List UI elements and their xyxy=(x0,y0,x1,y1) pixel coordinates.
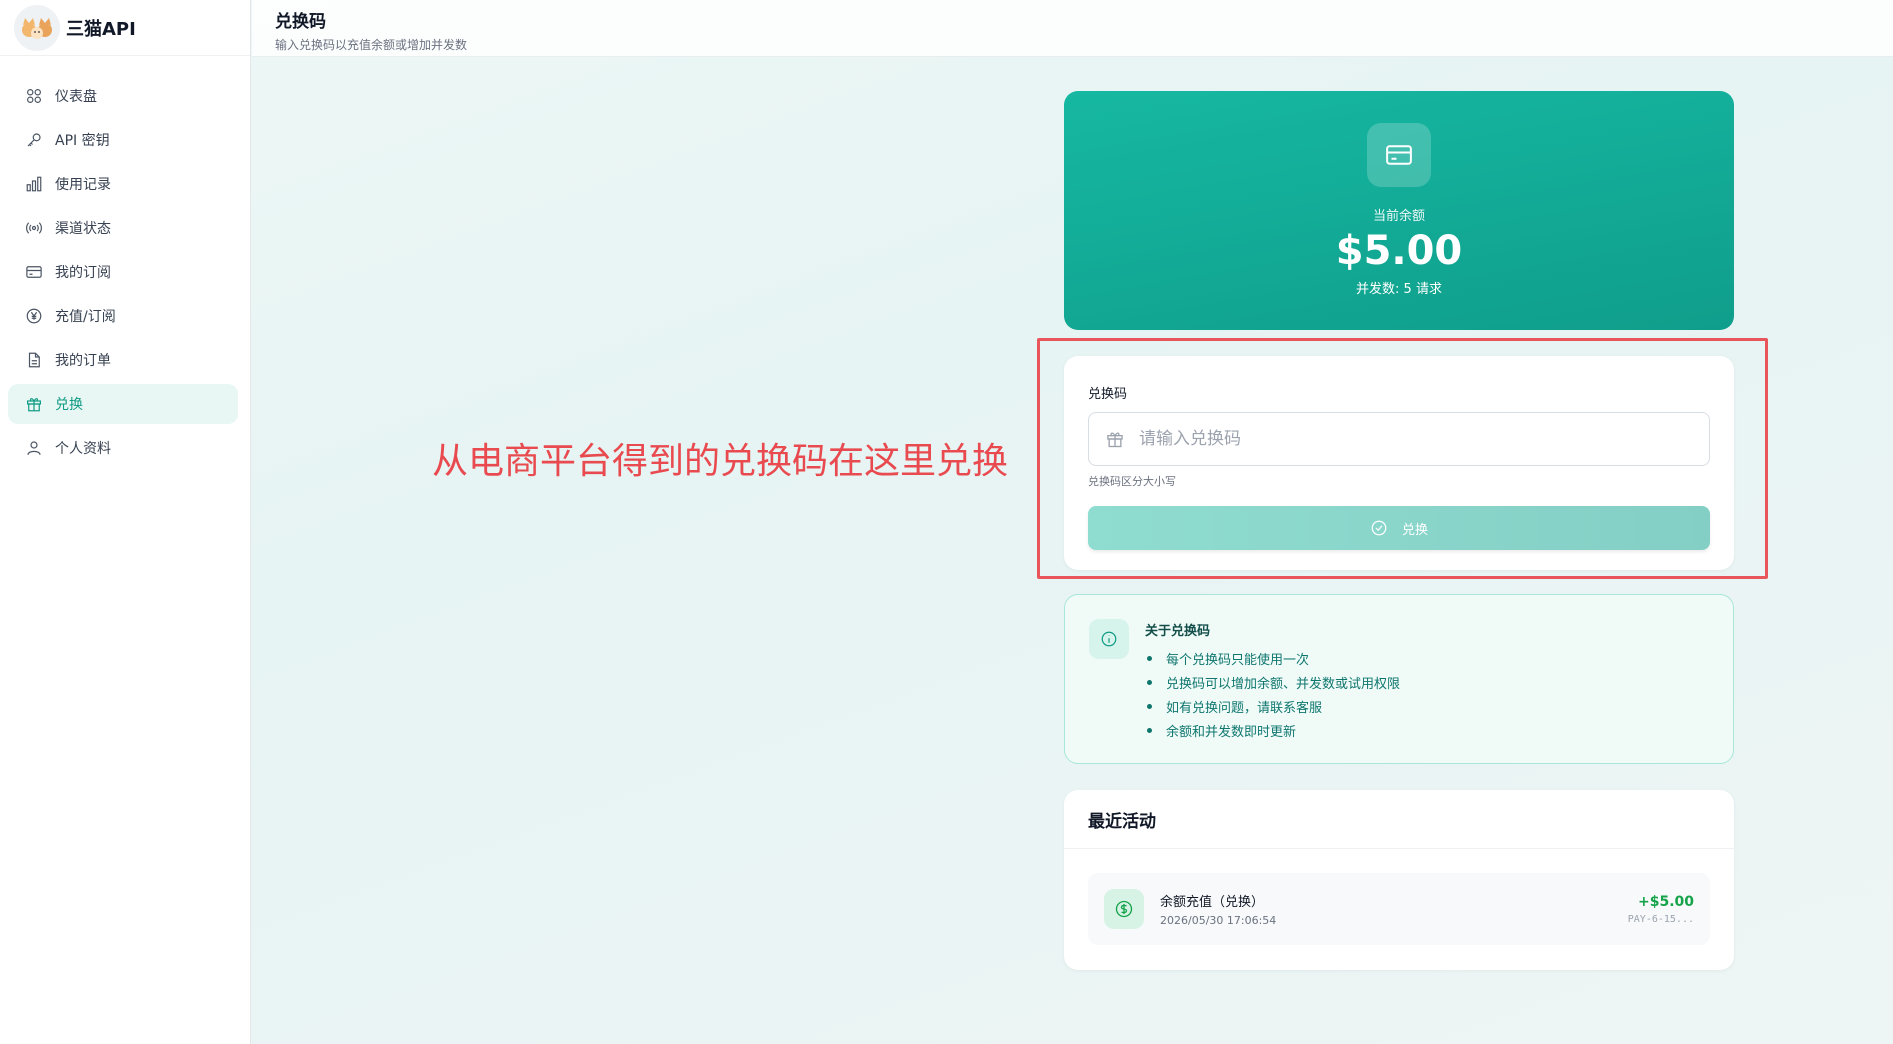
sidebar: 三猫API 仪表盘 API 密钥 使用记录 渠道状态 我的订阅 充值/订阅 我的… xyxy=(0,0,251,1044)
balance-card: 当前余额 $5.00 并发数: 5 请求 xyxy=(1064,91,1734,330)
sidebar-item-label: 我的订阅 xyxy=(55,265,111,281)
user-icon xyxy=(27,441,41,455)
sidebar-item-redeem[interactable]: 兑换 xyxy=(8,384,238,424)
sidebar-item-subscriptions[interactable]: 我的订阅 xyxy=(8,252,238,292)
document-icon xyxy=(28,352,40,368)
sidebar-item-api-keys[interactable]: API 密钥 xyxy=(8,120,238,160)
balance-amount: $5.00 xyxy=(1335,228,1463,274)
gift-icon xyxy=(27,398,41,412)
concurrency-value: 并发数: 5 请求 xyxy=(1356,282,1442,297)
sidebar-item-orders[interactable]: 我的订单 xyxy=(8,340,238,380)
page-subtitle: 输入兑换码以充值余额或增加并发数 xyxy=(275,38,468,52)
credit-card-icon xyxy=(26,266,42,278)
balance-label: 当前余额 xyxy=(1372,209,1425,224)
brand-name: 三猫API xyxy=(66,18,136,40)
activity-amount: +$5.00 xyxy=(1637,893,1694,910)
brand[interactable]: 三猫API xyxy=(0,0,250,56)
activity-reference: PAY-6-15... xyxy=(1627,913,1694,925)
sidebar-item-label: 兑换 xyxy=(55,397,83,413)
page-title: 兑换码 xyxy=(275,12,326,32)
redeem-info-card: 关于兑换码 每个兑换码只能使用一次 兑换码可以增加余额、并发数或试用权限 如有兑… xyxy=(1064,594,1734,764)
activity-amount-block: +$5.00 PAY-6-15... xyxy=(1628,894,1694,925)
sidebar-item-label: 仪表盘 xyxy=(55,89,97,105)
list-item: 每个兑换码只能使用一次 xyxy=(1145,646,1400,670)
recent-activity-title: 最近活动 xyxy=(1064,790,1734,849)
annotation-text: 从电商平台得到的兑换码在这里兑换 xyxy=(432,441,1009,482)
sidebar-item-channel-status[interactable]: 渠道状态 xyxy=(8,208,238,248)
info-body: 关于兑换码 每个兑换码只能使用一次 兑换码可以增加余额、并发数或试用权限 如有兑… xyxy=(1145,620,1400,742)
dashboard-icon xyxy=(27,89,41,103)
list-item: 兑换码可以增加余额、并发数或试用权限 xyxy=(1145,670,1400,694)
sidebar-item-label: 渠道状态 xyxy=(55,221,111,237)
sidebar-item-usage[interactable]: 使用记录 xyxy=(8,164,238,204)
info-icon xyxy=(1089,619,1129,659)
yen-icon xyxy=(26,308,42,324)
sidebar-item-dashboard[interactable]: 仪表盘 xyxy=(8,76,238,116)
bar-chart-icon xyxy=(26,176,42,192)
sidebar-item-profile[interactable]: 个人资料 xyxy=(8,428,238,468)
list-item: 如有兑换问题，请联系客服 xyxy=(1145,694,1400,718)
sidebar-item-label: 个人资料 xyxy=(55,441,111,457)
wallet-card-icon xyxy=(1367,123,1431,187)
page-header: 兑换码 输入兑换码以充值余额或增加并发数 xyxy=(252,0,1893,57)
sidebar-nav: 仪表盘 API 密钥 使用记录 渠道状态 我的订阅 充值/订阅 我的订单 兑换 xyxy=(0,56,250,468)
annotation-highlight-box xyxy=(1037,338,1768,579)
list-item: 余额和并发数即时更新 xyxy=(1145,718,1400,742)
activity-time: 2026/05/30 17:06:54 xyxy=(1160,914,1277,927)
sidebar-item-label: 使用记录 xyxy=(55,177,111,193)
dollar-circle-icon xyxy=(1104,889,1144,929)
sidebar-item-recharge[interactable]: 充值/订阅 xyxy=(8,296,238,336)
activity-details: 余额充值（兑换） 2026/05/30 17:06:54 xyxy=(1160,891,1628,927)
sidebar-item-label: 我的订单 xyxy=(55,353,111,369)
activity-item: 余额充值（兑换） 2026/05/30 17:06:54 +$5.00 PAY-… xyxy=(1088,873,1710,945)
broadcast-icon xyxy=(26,222,42,234)
sidebar-item-label: 充值/订阅 xyxy=(55,309,116,325)
activity-name: 余额充值（兑换） xyxy=(1160,895,1265,910)
info-list: 每个兑换码只能使用一次 兑换码可以增加余额、并发数或试用权限 如有兑换问题，请联… xyxy=(1145,646,1400,742)
key-icon xyxy=(27,133,41,147)
recent-activity-card: 最近活动 余额充值（兑换） 2026/05/30 17:06:54 +$5.00… xyxy=(1064,790,1734,970)
info-title: 关于兑换码 xyxy=(1145,624,1211,639)
sidebar-item-label: API 密钥 xyxy=(55,133,110,149)
cat-logo-icon xyxy=(14,4,60,51)
